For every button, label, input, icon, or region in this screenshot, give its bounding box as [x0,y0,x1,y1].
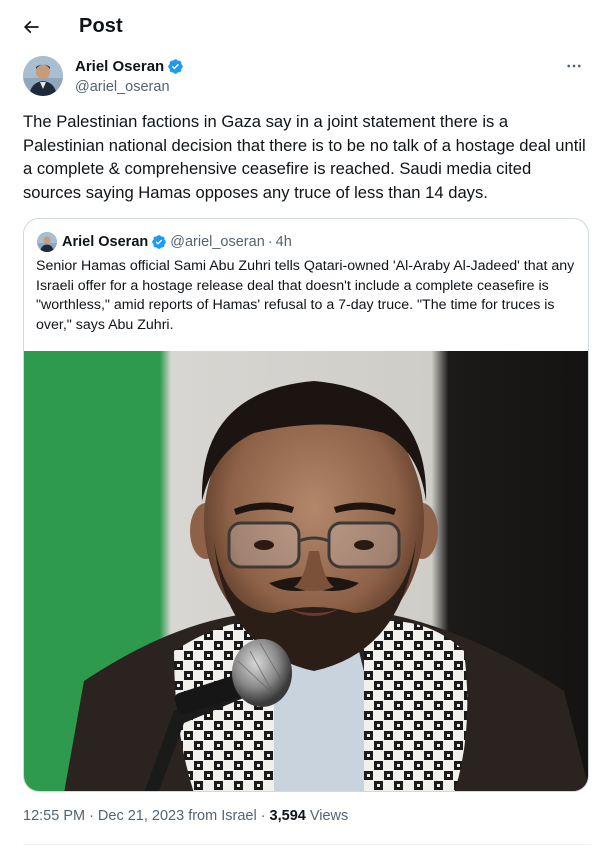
quoted-author-avatar [37,232,57,252]
author-avatar[interactable] [23,56,63,96]
tweet-date[interactable]: Dec 21, 2023 [98,808,184,824]
verified-badge-icon [168,59,183,74]
views-count: 3,594 [269,808,306,824]
tweet-source: from Israel [188,808,257,824]
meta-separator: · [260,808,266,824]
top-bar: Post [0,0,597,53]
views-label: Views [309,808,349,824]
tweet-text: The Palestinian factions in Gaza say in … [23,112,591,202]
quoted-tweet-photo[interactable] [24,351,588,791]
quoted-time: 4h [275,234,292,250]
verified-badge-icon [152,235,167,249]
quoted-author-name: Ariel Oseran [62,234,149,250]
arrow-left-icon [23,20,39,34]
page-title: Post [79,15,123,37]
quoted-separator: · [267,234,273,250]
author-handle[interactable]: @ariel_oseran [75,79,170,95]
meta-separator: · [89,808,94,824]
more-button[interactable] [563,56,585,76]
back-button[interactable] [16,12,46,42]
quoted-tweet-text: Senior Hamas official Sami Abu Zuhri tel… [36,258,579,333]
quoted-tweet-header: Ariel Oseran @ariel_oseran · 4h [37,231,292,253]
tweet-time[interactable]: 12:55 PM [23,808,85,824]
author-row: Ariel Oseran @ariel_oseran [23,56,591,100]
quoted-author-handle: @ariel_oseran [170,234,265,250]
divider [23,844,591,845]
quoted-tweet[interactable]: Ariel Oseran @ariel_oseran · 4h Senior H… [23,218,589,792]
more-horizontal-icon [567,64,581,68]
author-name[interactable]: Ariel Oseran [75,58,164,75]
tweet-meta: 12:55 PM · Dec 21, 2023 from Israel · 3,… [23,808,348,824]
author-name-group: Ariel Oseran [75,58,184,75]
